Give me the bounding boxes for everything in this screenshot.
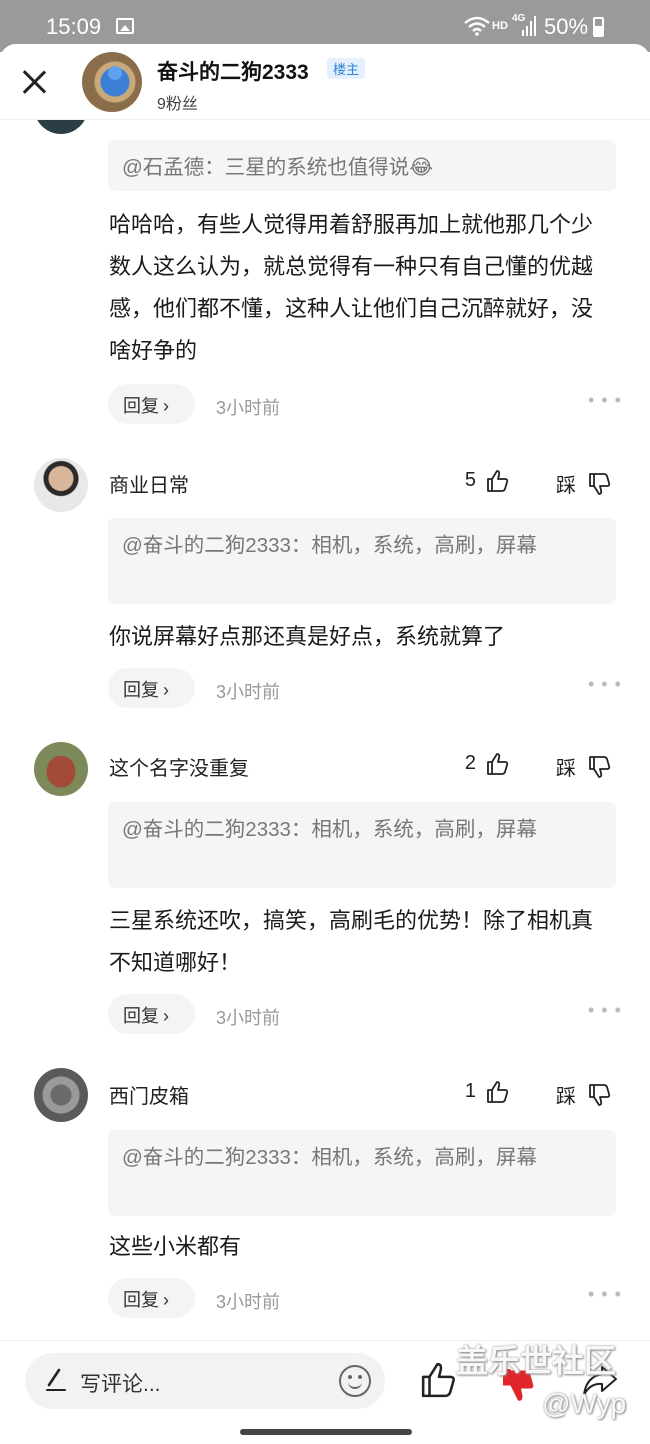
chevron-right-icon: › bbox=[163, 1290, 169, 1310]
battery-icon bbox=[593, 17, 604, 37]
comment-input-placeholder: 写评论... bbox=[80, 1373, 161, 1396]
quoted-comment: @奋斗的二狗2333：相机，系统，高刷，屏幕 bbox=[108, 802, 616, 888]
post-author-header: 奋斗的二狗2333 楼主 9粉丝 bbox=[0, 44, 650, 120]
watermark-text: 盖乐世社区 bbox=[456, 1343, 617, 1379]
comment-time: 3小时前 bbox=[216, 1292, 281, 1312]
commenter-name[interactable]: 西门皮箱 bbox=[109, 1080, 189, 1109]
thumbs-down-icon[interactable] bbox=[588, 755, 612, 779]
comment-input[interactable]: 写评论... bbox=[25, 1353, 385, 1409]
reply-button[interactable]: 回复 › bbox=[108, 668, 195, 708]
author-badge: 楼主 bbox=[327, 58, 366, 79]
hd-indicator: HD bbox=[492, 20, 508, 32]
commenter-name[interactable]: 这个名字没重复 bbox=[109, 752, 249, 781]
comment-body: 你说屏幕好点那还真是好点，系统就算了 bbox=[109, 624, 506, 649]
gallery-notification-icon bbox=[116, 18, 134, 34]
comment-time: 3小时前 bbox=[216, 1008, 281, 1028]
like-count: 2 bbox=[464, 752, 476, 774]
dislike-label[interactable]: 踩 bbox=[556, 469, 576, 498]
comment-body: 哈哈哈，有些人觉得用着舒服再加上就他那几个少数人这么认为，就总觉得有一种只有自己… bbox=[109, 212, 594, 363]
more-options-icon[interactable]: • • • bbox=[588, 1000, 622, 1021]
comment-body: 三星系统还吹，搞笑，高刷毛的优势！除了相机真不知道哪好！ bbox=[109, 908, 594, 975]
commenter-name[interactable]: 商业日常 bbox=[109, 469, 189, 498]
close-button[interactable] bbox=[14, 62, 54, 102]
chevron-right-icon: › bbox=[163, 1006, 169, 1026]
like-count: 1 bbox=[464, 1080, 476, 1102]
more-options-icon[interactable]: • • • bbox=[588, 390, 622, 411]
reply-button[interactable]: 回复 › bbox=[108, 1278, 195, 1318]
home-indicator[interactable] bbox=[240, 1429, 412, 1435]
chevron-right-icon: › bbox=[163, 396, 169, 416]
reply-label: 回复 bbox=[123, 1006, 159, 1026]
like-count: 5 bbox=[464, 469, 476, 491]
reply-label: 回复 bbox=[123, 680, 159, 700]
comment-time: 3小时前 bbox=[216, 398, 281, 418]
thumbs-up-icon[interactable] bbox=[486, 469, 510, 493]
thumbs-down-icon[interactable] bbox=[588, 1083, 612, 1107]
chevron-right-icon: › bbox=[163, 680, 169, 700]
reply-label: 回复 bbox=[123, 1290, 159, 1310]
author-fans: 9粉丝 bbox=[157, 96, 198, 113]
dislike-label[interactable]: 踩 bbox=[556, 752, 576, 781]
watermark-handle: @Wyp bbox=[542, 1388, 627, 1419]
author-name[interactable]: 奋斗的二狗2333 bbox=[157, 56, 309, 86]
thumbs-down-icon[interactable] bbox=[588, 472, 612, 496]
avatar[interactable] bbox=[34, 458, 88, 512]
more-options-icon[interactable]: • • • bbox=[588, 1284, 622, 1305]
signal-icon bbox=[522, 16, 536, 36]
more-options-icon[interactable]: • • • bbox=[588, 674, 622, 695]
status-time: 15:09 bbox=[46, 14, 102, 39]
comment-time: 3小时前 bbox=[216, 682, 281, 702]
pen-icon bbox=[46, 1368, 66, 1391]
like-post-icon[interactable] bbox=[420, 1361, 458, 1399]
comment-body: 这些小米都有 bbox=[109, 1234, 242, 1259]
quoted-comment: @石孟德：三星的系统也值得说😂 bbox=[108, 140, 616, 191]
dislike-label[interactable]: 踩 bbox=[556, 1080, 576, 1109]
thumbs-up-icon[interactable] bbox=[486, 752, 510, 776]
quoted-comment: @奋斗的二狗2333：相机，系统，高刷，屏幕 bbox=[108, 1130, 616, 1216]
reply-label: 回复 bbox=[123, 396, 159, 416]
thumbs-up-icon[interactable] bbox=[486, 1080, 510, 1104]
avatar[interactable] bbox=[34, 742, 88, 796]
quoted-comment: @奋斗的二狗2333：相机，系统，高刷，屏幕 bbox=[108, 518, 616, 604]
author-avatar[interactable] bbox=[82, 52, 142, 112]
reply-button[interactable]: 回复 › bbox=[108, 994, 195, 1034]
battery-percent: 50% bbox=[544, 14, 589, 39]
emoji-icon[interactable] bbox=[339, 1365, 371, 1397]
wifi-icon bbox=[464, 16, 490, 41]
reply-button[interactable]: 回复 › bbox=[108, 384, 195, 424]
avatar[interactable] bbox=[34, 1068, 88, 1122]
